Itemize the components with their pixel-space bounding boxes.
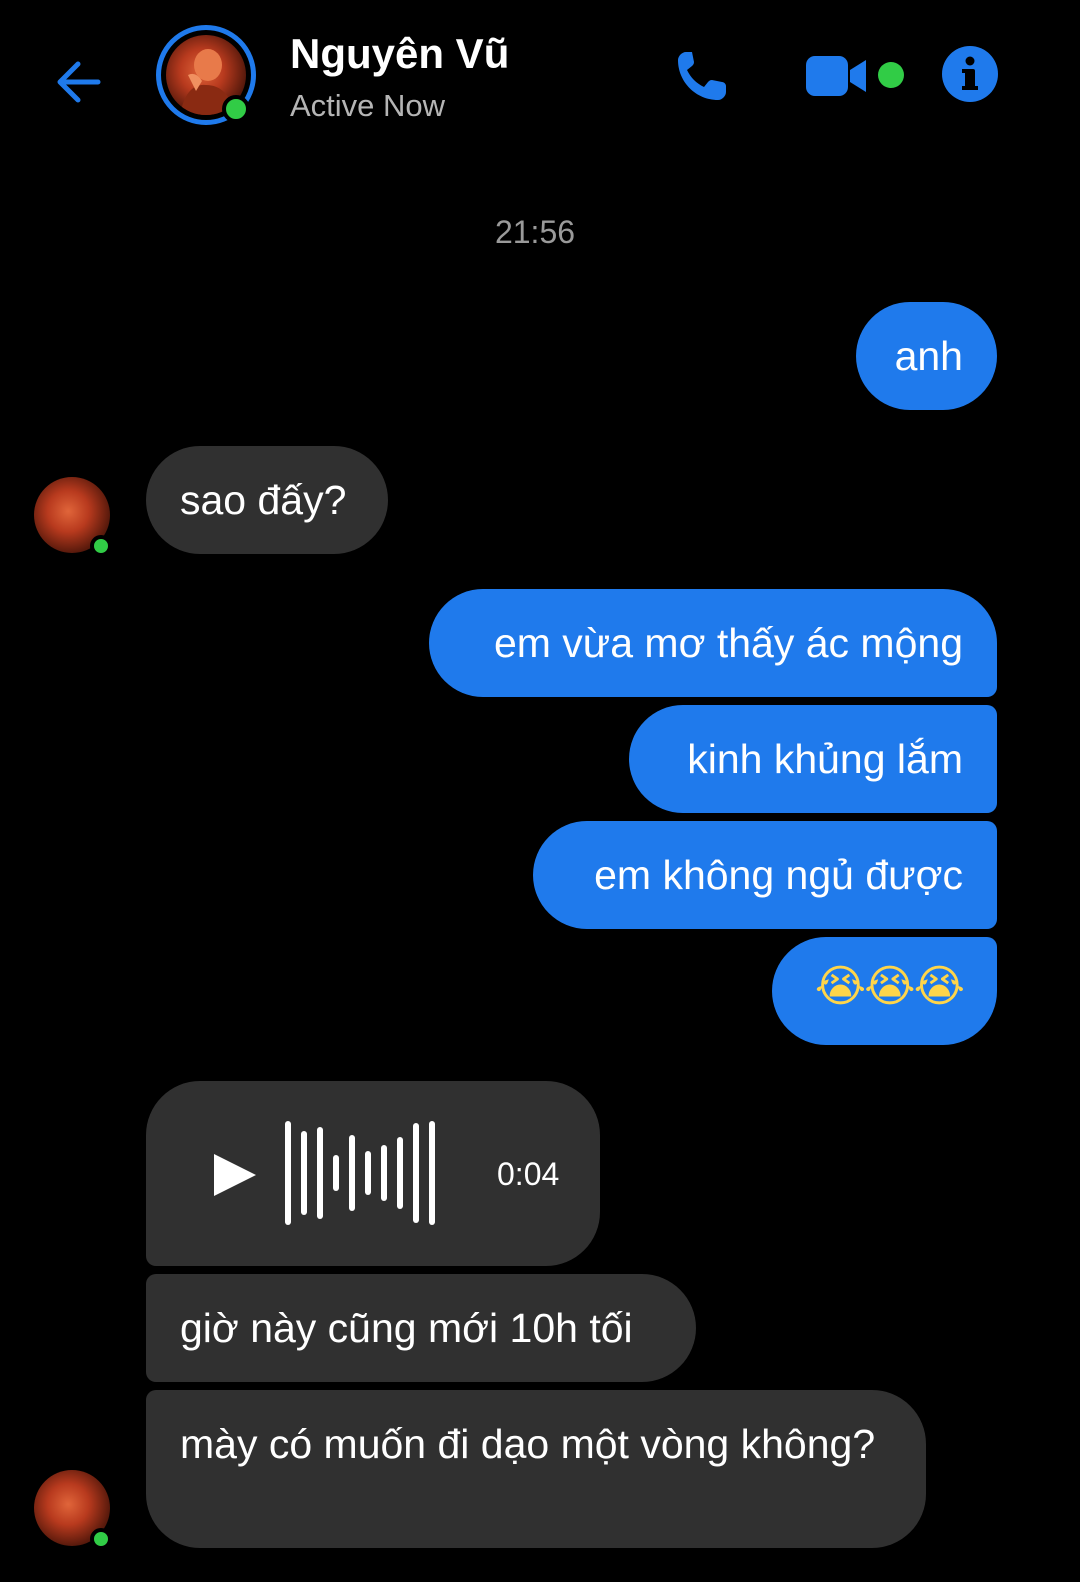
crying-face-emoji: 😭😭😭 bbox=[814, 961, 965, 1012]
sent-message-emoji[interactable]: 😭😭😭 bbox=[772, 937, 997, 1045]
voice-duration: 0:04 bbox=[497, 1156, 560, 1192]
online-indicator bbox=[222, 95, 250, 123]
video-call-button[interactable] bbox=[802, 52, 872, 100]
play-icon bbox=[214, 1154, 256, 1196]
online-indicator bbox=[90, 535, 112, 557]
received-message[interactable]: mày có muốn đi dạo một vòng không? bbox=[146, 1390, 926, 1548]
back-button[interactable] bbox=[52, 54, 108, 110]
sent-message[interactable]: anh bbox=[856, 302, 997, 410]
phone-icon bbox=[678, 52, 726, 100]
received-message[interactable]: giờ này cũng mới 10h tối bbox=[146, 1274, 696, 1382]
online-indicator bbox=[90, 1528, 112, 1550]
video-camera-icon bbox=[806, 56, 866, 96]
sent-message[interactable]: em vừa mơ thấy ác mộng bbox=[429, 589, 997, 697]
message-timestamp: 21:56 bbox=[494, 214, 576, 250]
info-icon bbox=[962, 56, 978, 90]
video-active-indicator bbox=[878, 62, 904, 88]
contact-name[interactable]: Nguyên Vũ bbox=[290, 30, 509, 78]
received-message[interactable]: sao đấy? bbox=[146, 446, 388, 554]
audio-call-button[interactable] bbox=[672, 46, 732, 106]
active-status: Active Now bbox=[290, 88, 446, 123]
play-button[interactable] bbox=[210, 1150, 260, 1200]
sent-message[interactable]: em không ngủ được bbox=[533, 821, 997, 929]
back-arrow-icon bbox=[57, 61, 101, 103]
sent-message[interactable]: kinh khủng lắm bbox=[629, 705, 997, 813]
audio-waveform[interactable] bbox=[282, 1118, 442, 1228]
info-button[interactable] bbox=[942, 46, 998, 102]
